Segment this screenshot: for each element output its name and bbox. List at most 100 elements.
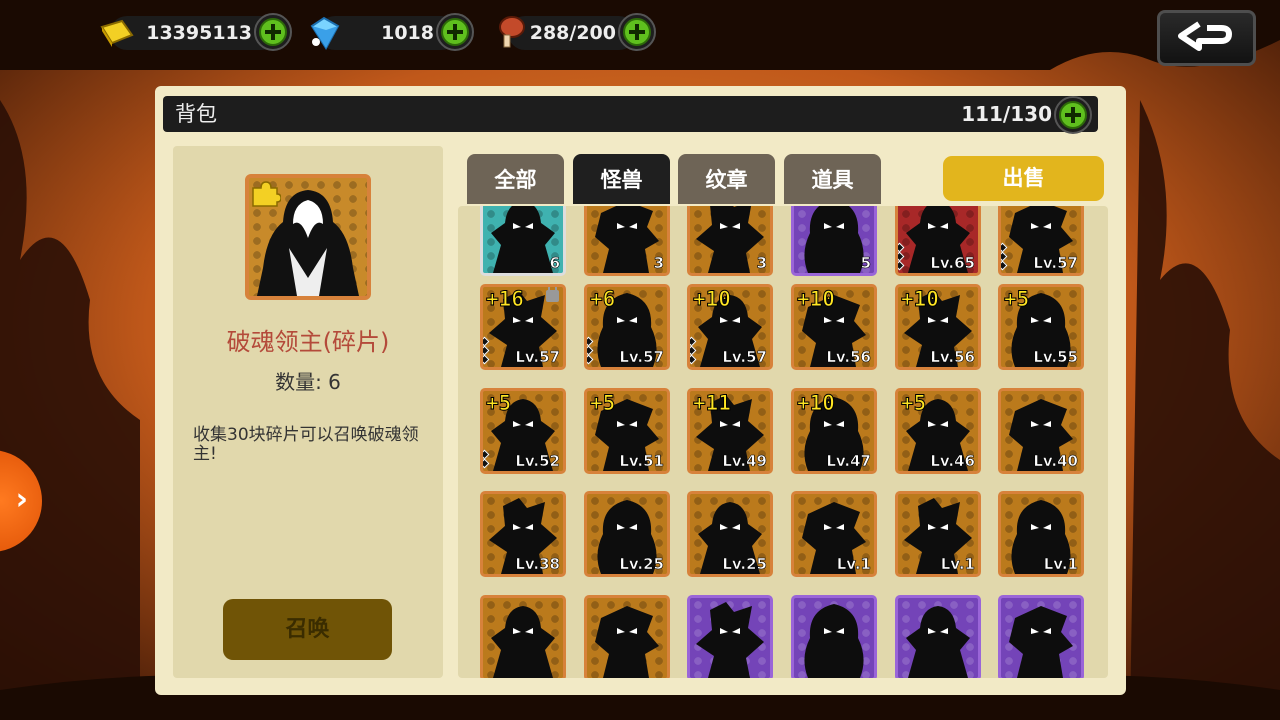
plus-icon	[623, 18, 651, 46]
monster-card[interactable]: +5 Lv.52	[480, 388, 566, 474]
gems-amount: 1018	[381, 22, 434, 44]
enhance-level: +5	[1003, 287, 1030, 312]
enhance-level: +5	[485, 391, 512, 416]
expand-capacity-button[interactable]	[1054, 96, 1092, 134]
diamond-mark-icon	[483, 458, 490, 469]
add-gold-button[interactable]	[254, 13, 292, 51]
gold-bar-icon	[100, 19, 134, 47]
monster-card[interactable]: Lv.25	[687, 491, 773, 577]
monster-level: Lv.57	[1033, 254, 1078, 273]
monster-card[interactable]: 3	[584, 206, 670, 276]
plus-icon	[441, 18, 469, 46]
add-stamina-button[interactable]	[618, 13, 656, 51]
monster-level: Lv.56	[826, 348, 871, 367]
monster-silhouette	[595, 606, 659, 678]
enhance-level: +10	[797, 391, 836, 416]
sell-button[interactable]: 出售	[943, 156, 1104, 201]
diamond-mark-icon	[483, 354, 490, 365]
monster-level: Lv.57	[722, 348, 767, 367]
monster-card[interactable]	[480, 595, 566, 678]
selected-item-description: 收集30块碎片可以召唤破魂领主!	[193, 425, 419, 464]
monster-silhouette	[1009, 606, 1073, 678]
monster-card[interactable]: +16 Lv.57	[480, 284, 566, 370]
enhance-level: +10	[693, 287, 732, 312]
monster-level: Lv.47	[826, 452, 871, 471]
monster-card[interactable]	[791, 595, 877, 678]
monster-level: Lv.57	[619, 348, 664, 367]
chevron-right-icon: ›	[15, 482, 28, 517]
diamond-mark-icon	[898, 260, 905, 271]
monster-silhouette	[696, 602, 764, 678]
lock-icon	[546, 287, 559, 302]
monster-silhouette	[491, 606, 555, 678]
panel-title: 背包	[175, 102, 217, 126]
stamina-amount: 288/200	[529, 22, 616, 44]
monster-card[interactable]: +10 Lv.56	[791, 284, 877, 370]
rank-diamonds	[483, 449, 490, 469]
back-button[interactable]	[1157, 10, 1256, 66]
monster-card[interactable]: 6	[480, 206, 566, 276]
selected-item-name: 破魂领主(碎片)	[226, 328, 390, 356]
rank-diamonds	[898, 242, 905, 271]
monster-card[interactable]: 3	[687, 206, 773, 276]
monster-level: Lv.46	[930, 452, 975, 471]
add-gems-button[interactable]	[436, 13, 474, 51]
selected-item-quantity: 数量: 6	[275, 370, 341, 394]
monster-silhouette	[906, 606, 970, 678]
monster-card[interactable]	[895, 595, 981, 678]
monster-card[interactable]	[998, 595, 1084, 678]
monster-card[interactable]: +5 Lv.46	[895, 388, 981, 474]
tab-items[interactable]: 道具	[784, 154, 881, 204]
monster-card[interactable]: Lv.25	[584, 491, 670, 577]
monster-card[interactable]: +10 Lv.47	[791, 388, 877, 474]
diamond-mark-icon	[587, 354, 594, 365]
panel-header: 背包 111/130	[163, 96, 1098, 132]
monster-card[interactable]: +5 Lv.51	[584, 388, 670, 474]
tab-monsters[interactable]: 怪兽	[573, 154, 670, 204]
monster-card[interactable]: 5	[791, 206, 877, 276]
monster-card[interactable]: +6 Lv.57	[584, 284, 670, 370]
summon-button[interactable]: 召唤	[223, 599, 392, 660]
meat-icon	[499, 16, 525, 48]
monster-card[interactable]	[584, 595, 670, 678]
rank-diamonds	[690, 336, 697, 365]
monster-level: Lv.65	[930, 254, 975, 273]
backpack-panel: 背包 111/130 破魂领主(碎片) 数量: 6 收集30块碎片可以召唤破魂领…	[155, 86, 1126, 695]
enhance-level: +16	[486, 287, 525, 312]
monster-level: Lv.40	[1033, 452, 1078, 471]
monster-card[interactable]: +10 Lv.57	[687, 284, 773, 370]
plus-icon	[1059, 101, 1087, 129]
diamond-mark-icon	[690, 354, 697, 365]
rank-diamonds	[587, 336, 594, 365]
enhance-level: +5	[589, 391, 616, 416]
monster-card[interactable]: Lv.38	[480, 491, 566, 577]
monster-card[interactable]: Lv.57	[998, 206, 1084, 276]
monster-card[interactable]	[687, 595, 773, 678]
monster-level: 3	[756, 254, 767, 273]
monster-level: Lv.38	[515, 555, 560, 574]
monster-level: 6	[549, 254, 560, 273]
puzzle-piece-icon	[252, 181, 281, 207]
monster-level: Lv.1	[836, 555, 871, 574]
inventory-grid: 6 3 3 5 Lv.65 Lv.57 +16 Lv.57 +6 Lv.57 +10 Lv.57 +10…	[458, 206, 1108, 678]
monster-level: Lv.55	[1033, 348, 1078, 367]
monster-card[interactable]: Lv.1	[895, 491, 981, 577]
enhance-level: +6	[589, 287, 616, 312]
tab-all[interactable]: 全部	[467, 154, 564, 204]
monster-card[interactable]: Lv.65	[895, 206, 981, 276]
plus-icon	[259, 18, 287, 46]
monster-card[interactable]: Lv.1	[998, 491, 1084, 577]
monster-level: 5	[860, 254, 871, 273]
monster-level: Lv.25	[619, 555, 664, 574]
enhance-level: +5	[900, 391, 927, 416]
diamond-icon	[310, 16, 340, 50]
tab-emblems[interactable]: 纹章	[678, 154, 775, 204]
monster-card[interactable]: Lv.40	[998, 388, 1084, 474]
monster-card[interactable]: +11 Lv.49	[687, 388, 773, 474]
rank-diamonds	[1001, 242, 1008, 271]
monster-card[interactable]: +5 Lv.55	[998, 284, 1084, 370]
enhance-level: +10	[797, 287, 836, 312]
monster-card[interactable]: Lv.1	[791, 491, 877, 577]
monster-card[interactable]: +10 Lv.56	[895, 284, 981, 370]
monster-level: 3	[653, 254, 664, 273]
